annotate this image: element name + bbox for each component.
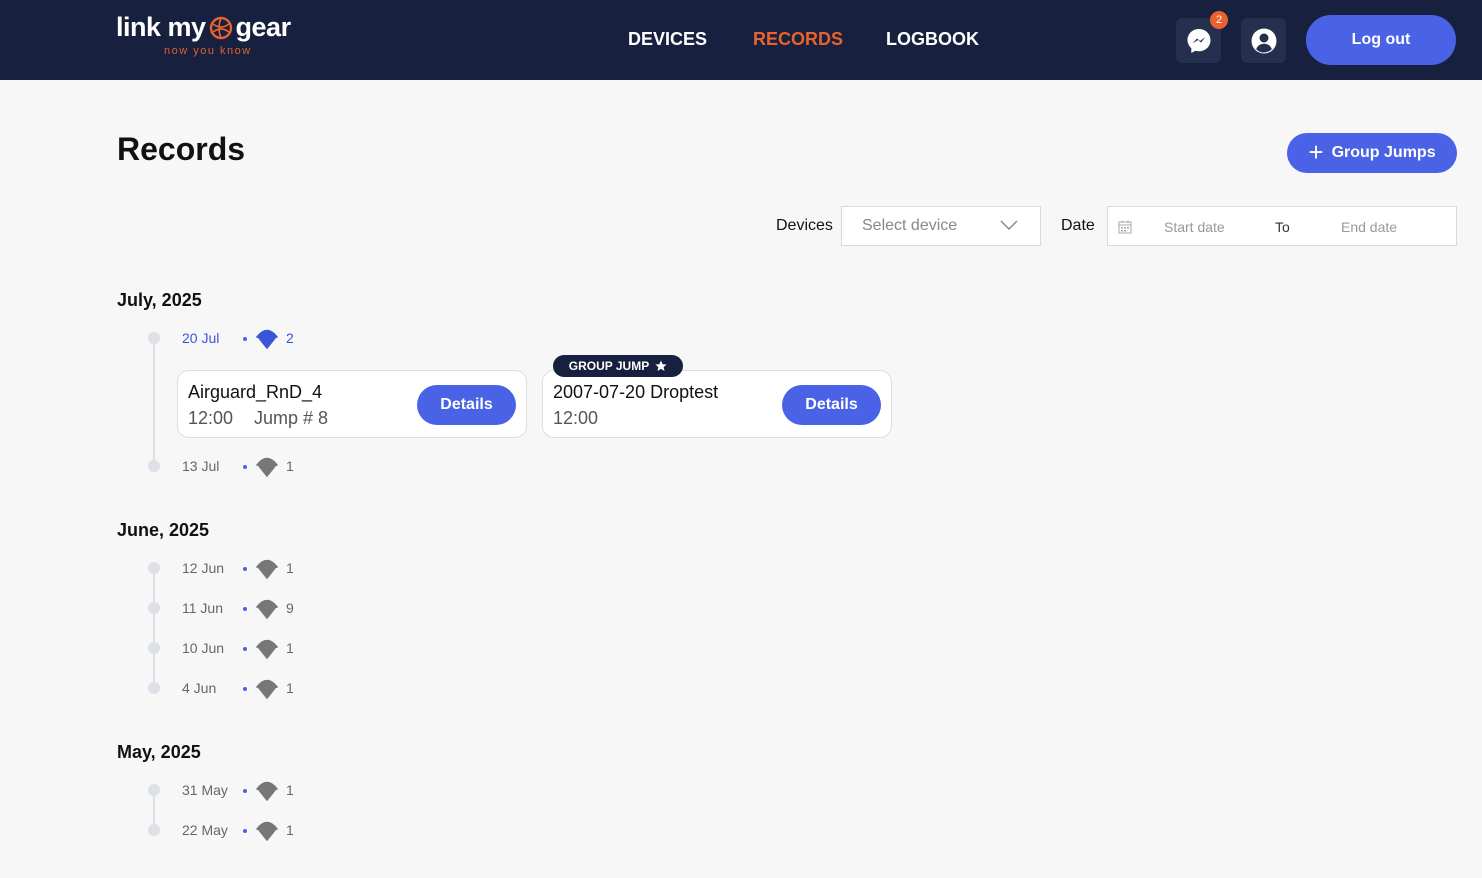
separator-dot (243, 647, 247, 651)
jump-card-number: Jump # 8 (254, 408, 329, 428)
day-jump-count: 1 (286, 822, 294, 838)
separator-dot (243, 789, 247, 793)
day-jump-count: 1 (286, 640, 294, 656)
nav-devices[interactable]: DEVICES (628, 29, 707, 50)
separator-dot (243, 829, 247, 833)
day-jump-count: 2 (286, 330, 294, 346)
logo-text-link-my: link my (116, 12, 206, 42)
parachute-icon (256, 781, 278, 801)
logout-button[interactable]: Log out (1306, 15, 1456, 65)
end-date-input[interactable] (1341, 219, 1431, 235)
page-title: Records (117, 131, 246, 167)
group-jump-card-title: 2007-07-20 Droptest (553, 382, 719, 402)
timeline-dot (148, 824, 160, 836)
day-jump-count: 1 (286, 560, 294, 576)
start-date-input[interactable] (1164, 219, 1254, 235)
top-navigation-bar: link my gear now you know DEVICES RECORD… (0, 0, 1482, 80)
day-date[interactable]: 10 Jun (182, 640, 224, 656)
logo-text-gear: gear (235, 12, 292, 42)
date-range-to-label: To (1275, 219, 1290, 235)
parachute-icon (256, 679, 278, 699)
day-date[interactable]: 22 May (182, 822, 228, 838)
chevron-down-icon (1000, 220, 1018, 231)
device-select[interactable]: Select device (841, 206, 1041, 246)
logo-tagline: now you know (164, 45, 252, 57)
parachute-icon (256, 599, 278, 619)
month-heading: May, 2025 (117, 742, 201, 762)
timeline-dot (148, 460, 160, 472)
nav-logbook[interactable]: LOGBOOK (886, 29, 979, 50)
group-jump-card[interactable]: 2007-07-20 Droptest 12:00 Details (542, 370, 892, 438)
date-filter-label: Date (1061, 217, 1095, 234)
day-jump-count: 9 (286, 600, 294, 616)
timeline-dot (148, 332, 160, 344)
messenger-button[interactable]: 2 (1176, 11, 1228, 63)
day-jump-count: 1 (286, 680, 294, 696)
calendar-icon (1118, 220, 1132, 234)
day-date[interactable]: 20 Jul (182, 330, 219, 346)
timeline-dot (148, 642, 160, 654)
group-jump-card-time: 12:00 (553, 408, 599, 428)
profile-button[interactable] (1241, 18, 1286, 63)
device-select-placeholder: Select device (862, 217, 958, 234)
link-my-gear-logo[interactable]: link my gear now you know (116, 12, 306, 62)
group-jumps-label: Group Jumps (1331, 144, 1436, 161)
month-heading: June, 2025 (117, 520, 210, 540)
timeline-line (153, 338, 155, 466)
timeline-dot (148, 784, 160, 796)
jump-card-time: 12:00 (188, 408, 234, 428)
timeline-dot (148, 682, 160, 694)
timeline-dot (148, 562, 160, 574)
day-date[interactable]: 31 May (182, 782, 228, 798)
user-avatar-icon (1251, 28, 1276, 53)
details-button[interactable]: Details (417, 385, 516, 425)
jump-card[interactable]: Airguard_RnD_4 12:00 Jump # 8 Details (177, 370, 527, 438)
separator-dot (243, 567, 247, 571)
separator-dot (243, 687, 247, 691)
parachute-icon (256, 457, 278, 477)
ball-logo-icon (209, 16, 232, 39)
separator-dot (243, 465, 247, 469)
jump-card-title: Airguard_RnD_4 (188, 382, 323, 402)
day-date[interactable]: 12 Jun (182, 560, 224, 576)
details-button[interactable]: Details (782, 385, 881, 425)
messages-badge: 2 (1210, 11, 1228, 29)
parachute-icon (256, 821, 278, 841)
month-heading: July, 2025 (117, 290, 202, 310)
group-jumps-button[interactable]: + Group Jumps (1287, 133, 1457, 173)
star-icon (655, 360, 667, 371)
timeline-line (153, 568, 155, 688)
plus-icon: + (1308, 136, 1324, 167)
separator-dot (243, 337, 247, 341)
separator-dot (243, 607, 247, 611)
day-jump-count: 1 (286, 458, 294, 474)
day-jump-count: 1 (286, 782, 294, 798)
day-date[interactable]: 13 Jul (182, 458, 219, 474)
date-range-picker[interactable]: To (1107, 206, 1457, 246)
day-date[interactable]: 4 Jun (182, 680, 216, 696)
group-jump-tag: GROUP JUMP (553, 355, 683, 377)
devices-filter-label: Devices (776, 217, 833, 234)
parachute-icon (256, 329, 278, 349)
group-jump-tag-label: GROUP JUMP (568, 359, 650, 373)
messenger-icon (1187, 28, 1210, 53)
timeline-dot (148, 602, 160, 614)
day-date[interactable]: 11 Jun (182, 600, 223, 616)
nav-records[interactable]: RECORDS (753, 29, 843, 50)
parachute-icon (256, 559, 278, 579)
parachute-icon (256, 639, 278, 659)
